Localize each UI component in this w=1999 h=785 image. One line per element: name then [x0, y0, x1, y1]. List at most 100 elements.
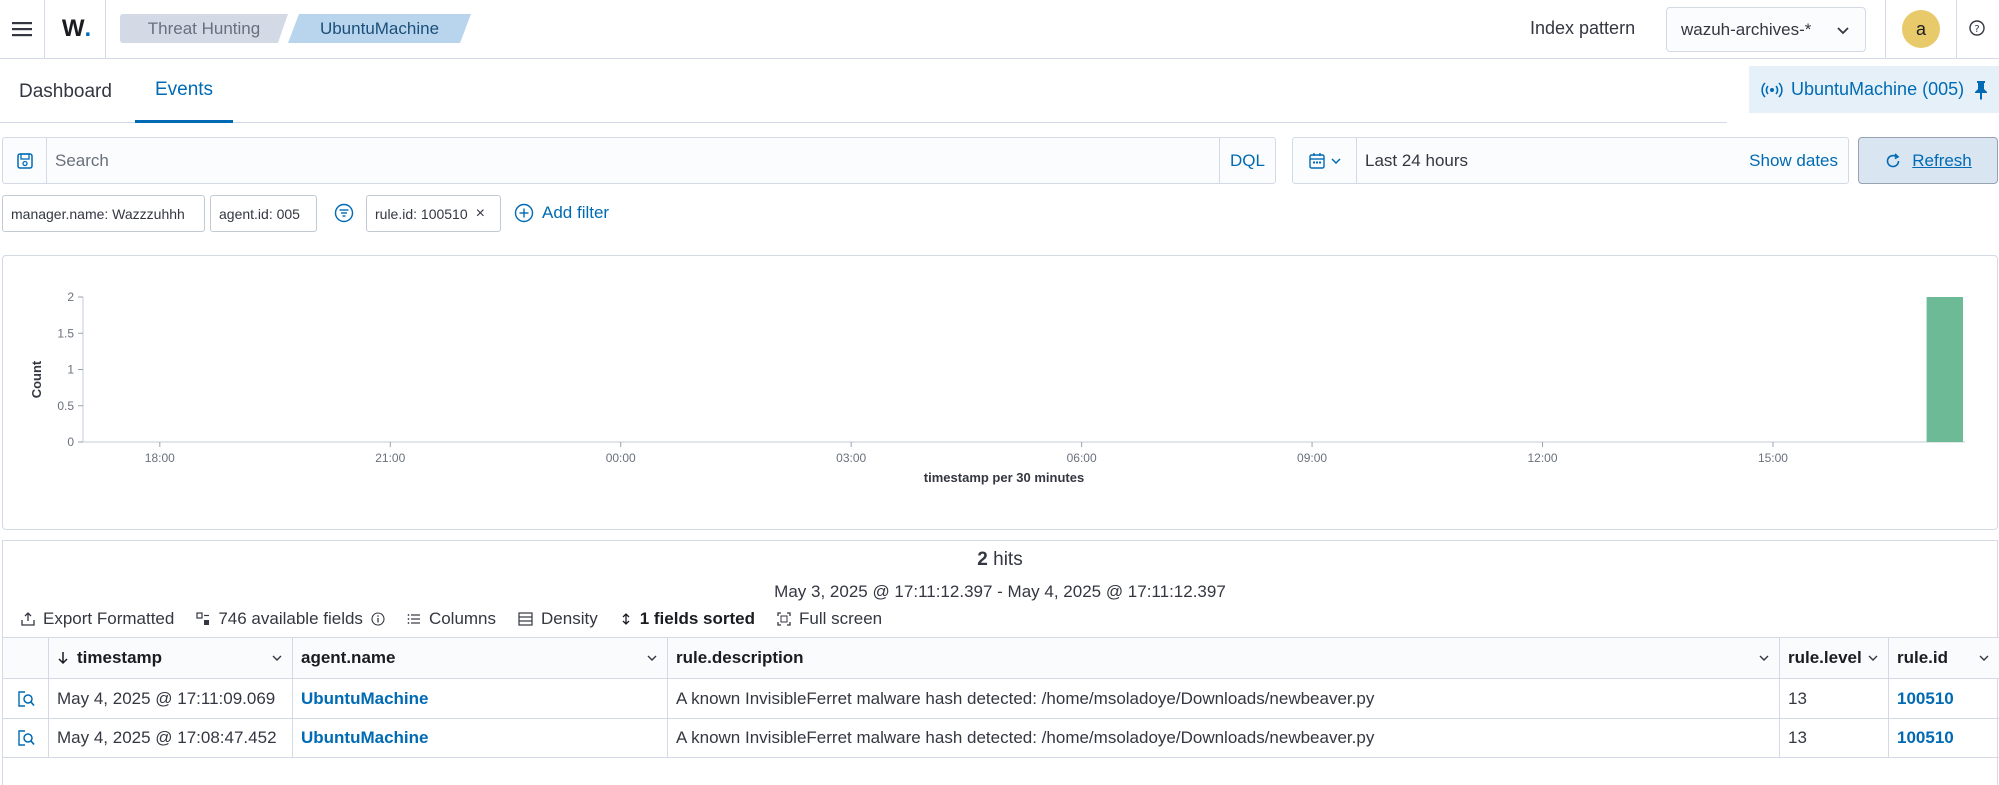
- available-fields-button[interactable]: 746 available fields: [196, 609, 385, 629]
- x-tick-label: 03:00: [836, 451, 866, 465]
- cell-rule-id-link[interactable]: 100510: [1889, 679, 1999, 718]
- query-language-button[interactable]: DQL: [1219, 138, 1275, 183]
- hamburger-icon: [12, 22, 32, 37]
- app-logo[interactable]: W.: [48, 0, 106, 58]
- histogram-bar: [1926, 297, 1963, 442]
- filter-pill-rule-id[interactable]: rule.id: 100510 ×: [366, 195, 501, 232]
- table-density-icon: [518, 612, 533, 626]
- y-tick-label: 1: [67, 363, 74, 377]
- x-axis-label: timestamp per 30 minutes: [924, 470, 1084, 485]
- pin-icon[interactable]: [1973, 80, 1989, 100]
- hits-label: hits: [993, 549, 1023, 570]
- export-formatted-button[interactable]: Export Formatted: [21, 609, 174, 629]
- fullscreen-icon: [777, 612, 791, 626]
- list-icon: [407, 614, 420, 624]
- refresh-button[interactable]: Refresh: [1858, 137, 1998, 184]
- chevron-down-icon[interactable]: [1757, 651, 1771, 665]
- date-picker: Last 24 hours Show dates: [1292, 137, 1849, 184]
- column-title: rule.description: [676, 648, 804, 667]
- signal-icon: [1761, 81, 1783, 98]
- column-header-rule-level[interactable]: rule.level: [1780, 638, 1889, 678]
- chevron-down-icon[interactable]: [270, 651, 284, 665]
- saved-query-button[interactable]: [3, 138, 47, 183]
- column-header-rule-description[interactable]: rule.description: [668, 638, 1780, 678]
- chevron-down-icon: [1330, 157, 1341, 164]
- full-screen-button[interactable]: Full screen: [777, 609, 882, 629]
- cell-timestamp: May 4, 2025 @ 17:11:09.069: [49, 679, 293, 718]
- tab-dashboard[interactable]: Dashboard: [19, 60, 112, 123]
- inspect-row-button[interactable]: [3, 679, 49, 718]
- column-header-agent-name[interactable]: agent.name: [293, 638, 668, 678]
- export-label: Export Formatted: [43, 609, 175, 628]
- logo-text: W: [61, 15, 85, 42]
- density-button[interactable]: Density: [518, 609, 598, 629]
- cell-rule-level: 13: [1780, 719, 1889, 757]
- pinned-agent-label: UbuntuMachine (005): [1791, 79, 1965, 99]
- quick-date-menu-button[interactable]: [1293, 138, 1357, 183]
- refresh-label: Refresh: [1912, 150, 1972, 170]
- column-header-rule-id[interactable]: rule.id: [1889, 638, 1999, 678]
- view-tabs: Dashboard Events: [0, 60, 1727, 123]
- inspect-icon: [17, 690, 35, 707]
- search-input[interactable]: [55, 138, 1205, 183]
- density-label: Density: [541, 609, 598, 628]
- filter-pill-agent-id[interactable]: agent.id: 005: [210, 195, 317, 232]
- top-header: W. Threat Hunting UbuntuMachine Index pa…: [0, 0, 1999, 59]
- tab-events[interactable]: Events: [135, 60, 233, 123]
- cell-rule-id-link[interactable]: 100510: [1889, 719, 1999, 757]
- x-tick-label: 09:00: [1297, 451, 1327, 465]
- header-control-cell: [3, 638, 49, 678]
- table-row: May 4, 2025 @ 17:08:47.452 UbuntuMachine…: [3, 718, 1999, 758]
- add-filter-button[interactable]: Add filter: [514, 203, 609, 223]
- fields-icon: [196, 612, 210, 625]
- cell-agent-name-link[interactable]: UbuntuMachine: [293, 679, 668, 718]
- chevron-down-icon[interactable]: [1977, 651, 1991, 665]
- y-axis-label: Count: [29, 360, 44, 398]
- inspect-icon: [17, 730, 35, 746]
- calendar-icon: [1308, 152, 1325, 169]
- chevron-down-icon[interactable]: [645, 651, 659, 665]
- filter-label: manager.name: Wazzzuhhh: [11, 205, 185, 222]
- column-header-timestamp[interactable]: timestamp: [49, 638, 293, 678]
- columns-button[interactable]: Columns: [407, 609, 496, 629]
- menu-button[interactable]: [0, 0, 45, 58]
- close-icon[interactable]: ×: [476, 205, 485, 223]
- save-icon: [16, 152, 33, 169]
- available-fields-label: 746 available fields: [218, 609, 363, 628]
- table-row: May 4, 2025 @ 17:11:09.069 UbuntuMachine…: [3, 678, 1999, 718]
- cell-agent-name-link[interactable]: UbuntuMachine: [293, 719, 668, 757]
- x-tick-label: 00:00: [606, 451, 636, 465]
- index-pattern-select[interactable]: wazuh-archives-*: [1666, 7, 1866, 52]
- breadcrumb-ubuntu-machine[interactable]: UbuntuMachine: [288, 14, 471, 43]
- index-pattern-value: wazuh-archives-*: [1681, 19, 1812, 39]
- filter-pill-manager-name[interactable]: manager.name: Wazzzuhhh: [2, 195, 205, 232]
- results-panel: 2 hits May 3, 2025 @ 17:11:12.397 - May …: [2, 540, 1999, 785]
- hits-time-range: May 3, 2025 @ 17:11:12.397 - May 4, 2025…: [774, 582, 1226, 601]
- sort-fields-button[interactable]: 1 fields sorted: [620, 609, 755, 629]
- column-title: timestamp: [77, 648, 163, 667]
- histogram-panel: 0 0.5 1 1.5 2 18:00 21:00 00:00 03:00 06:00 09:00 1…: [2, 255, 1998, 530]
- show-dates-button[interactable]: Show dates: [1749, 151, 1838, 171]
- search-bar: DQL: [2, 137, 1276, 184]
- date-range-label[interactable]: Last 24 hours: [1365, 151, 1468, 171]
- column-title: rule.level: [1788, 648, 1862, 667]
- pinned-agent-button[interactable]: UbuntuMachine (005): [1749, 66, 1999, 113]
- help-icon[interactable]: ?: [1968, 19, 1986, 37]
- inspect-row-button[interactable]: [3, 719, 49, 757]
- hits-number: 2: [977, 549, 988, 570]
- cell-rule-description: A known InvisibleFerret malware hash det…: [668, 719, 1780, 757]
- info-icon[interactable]: [371, 612, 385, 626]
- filter-menu-icon[interactable]: [334, 203, 354, 223]
- table-header-row: timestamp agent.name rule.description ru…: [3, 637, 1999, 678]
- y-tick-label: 1.5: [57, 326, 74, 340]
- histogram-chart: 0 0.5 1 1.5 2 18:00 21:00 00:00 03:00 06:00 09:00 1…: [29, 290, 1965, 485]
- y-tick-label: 0: [67, 435, 74, 449]
- sort-label: 1 fields sorted: [639, 609, 755, 628]
- columns-label: Columns: [428, 609, 497, 628]
- column-title: agent.name: [301, 648, 396, 667]
- breadcrumb-threat-hunting[interactable]: Threat Hunting: [120, 14, 288, 43]
- sort-icon: [622, 613, 630, 625]
- chevron-down-icon[interactable]: [1866, 651, 1880, 665]
- add-filter-label: Add filter: [542, 203, 610, 222]
- user-menu[interactable]: a: [1885, 0, 1957, 58]
